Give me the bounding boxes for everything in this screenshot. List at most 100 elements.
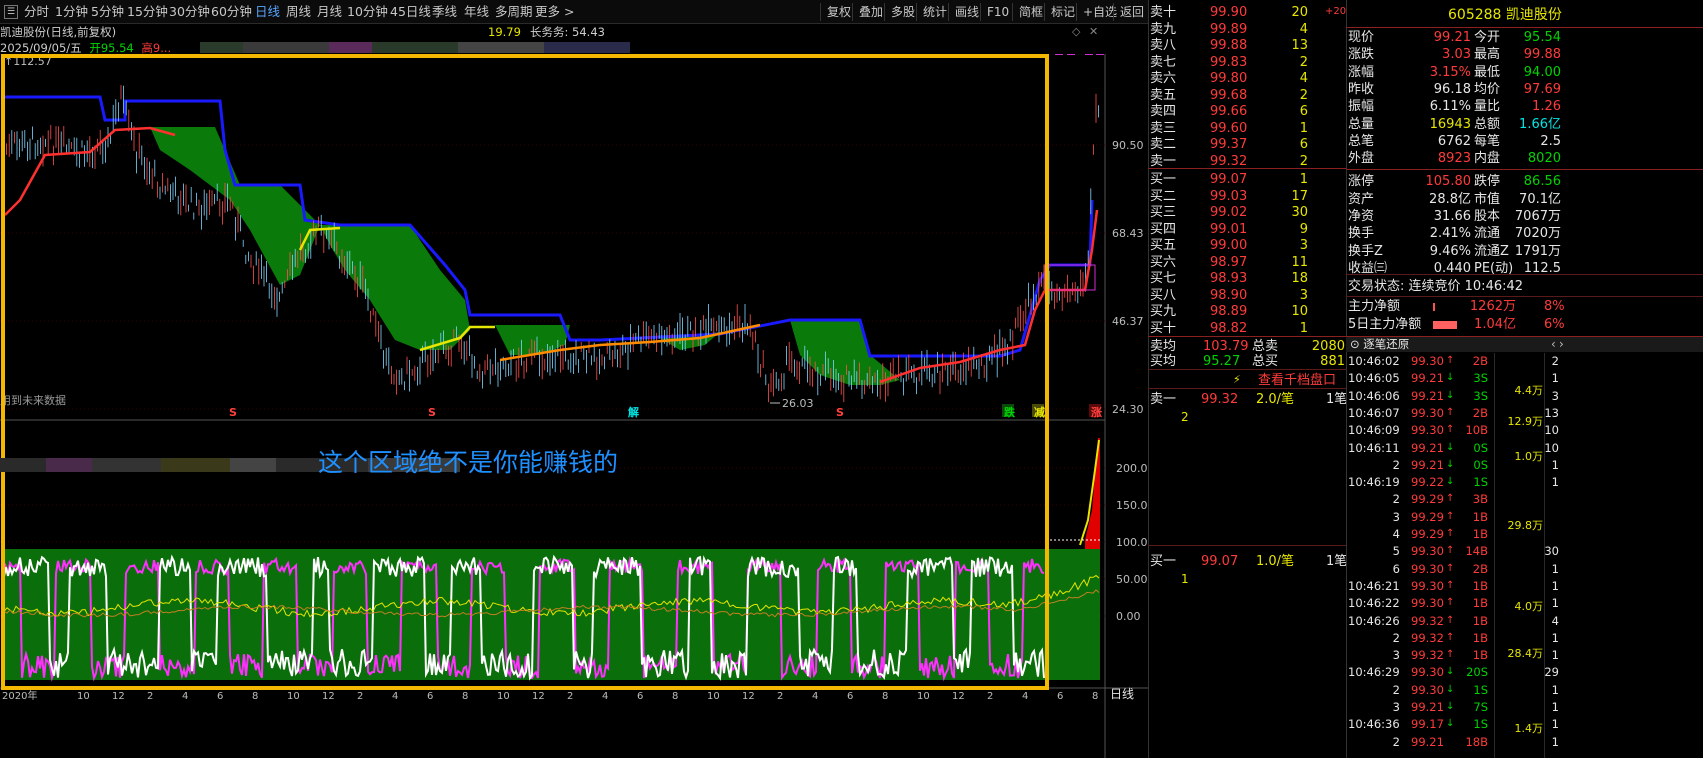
tick-volume: 2B (1472, 561, 1488, 576)
info-right-2: 长务务: 54.43 (530, 25, 605, 39)
sell-volume: 2 (1299, 153, 1308, 169)
toolbar-button-0[interactable]: 复权 (820, 3, 851, 21)
buy-label: 买七 (1150, 271, 1177, 286)
period-tab-3[interactable]: 15分钟 (127, 0, 168, 24)
tick-sum: 28.4万 (1507, 647, 1544, 660)
period-tab-14[interactable]: 更多 > (535, 0, 574, 24)
period-tab-11[interactable]: 季线 (432, 0, 457, 24)
tick-volume: 20S (1466, 665, 1488, 680)
tick-price: 99.29 (1411, 509, 1444, 524)
tick-sum: 4.4万 (1514, 384, 1544, 397)
toolbar-button-5[interactable]: F10 (980, 3, 1009, 21)
quote-label: 现价 (1348, 30, 1375, 45)
main-net-label: 主力净额 (1348, 299, 1401, 314)
x-tick-label: 2 (777, 691, 783, 702)
app-window: { "toolbar":{ "menu_icon":"menu-icon", "… (0, 0, 1703, 758)
period-tab-2[interactable]: 5分钟 (91, 0, 124, 24)
tick-time: 6 (1392, 561, 1400, 576)
tick-volume: 1B (1472, 578, 1488, 593)
buy-label: 买九 (1150, 304, 1177, 319)
x-tick-label: 8 (462, 691, 468, 702)
buy-label: 买四 (1150, 221, 1177, 237)
quote-value: 3.15% (1429, 64, 1471, 80)
diamond-icon[interactable]: ◇ (1072, 25, 1080, 39)
quote-value: 8020 (1527, 151, 1561, 167)
sell-label: 卖八 (1150, 38, 1177, 53)
sell-label: 卖九 (1150, 21, 1177, 37)
sell-label: 卖七 (1150, 54, 1177, 70)
quote-label: 净资 (1348, 209, 1375, 224)
tick-count: 1 (1551, 630, 1559, 645)
tick-arrow-up-icon: ↑ (1446, 597, 1455, 609)
period-tab-13[interactable]: 多周期 (495, 0, 533, 24)
quote-label: 涨停 (1348, 174, 1375, 190)
close-icon[interactable]: ✕ (1089, 25, 1098, 39)
toolbar-button-2[interactable]: 多股 (884, 3, 915, 21)
tick-arrow-up-icon: ↑ (1446, 545, 1455, 557)
toolbar-button-9[interactable]: 返回 (1113, 3, 1144, 21)
toolbar-button-1[interactable]: 叠加 (852, 3, 883, 21)
quote-value: 7067万 (1514, 209, 1561, 224)
queue-sell-count: 1笔 (1326, 392, 1348, 407)
quote-value: 8923 (1437, 151, 1471, 167)
tick-time: 10:46:36 (1348, 717, 1400, 732)
tick-sum: 12.9万 (1507, 415, 1544, 428)
signal-marker: 减 (1032, 404, 1045, 419)
buy-label: 买五 (1150, 238, 1177, 253)
tick-time: 5 (1392, 544, 1400, 559)
future-data-note: 用到未来数据 (0, 393, 66, 407)
sell-volume: 4 (1299, 71, 1308, 86)
sub-y-tick-label: 150.0 (1116, 499, 1148, 512)
tick-price: 99.21 (1411, 700, 1444, 714)
period-tab-8[interactable]: 月线 (317, 0, 342, 24)
chart-info-line: 凯迪股份(日线,前复权) 19.79 长务务: 54.43 ◇ ✕ (0, 25, 1200, 39)
sell-label: 卖六 (1150, 71, 1177, 86)
queue-buy-price: 99.07 (1201, 554, 1239, 569)
period-tab-7[interactable]: 周线 (286, 0, 311, 24)
tick-time: 3 (1392, 700, 1400, 714)
toolbar-button-6[interactable]: 简框 (1012, 3, 1043, 21)
period-tab-6[interactable]: 日线 (255, 0, 280, 24)
x-period-label: 日线 (1110, 687, 1134, 701)
x-tick-label: 12 (952, 691, 965, 702)
kline-chart[interactable]: 90.50 68.43 46.37 24.30 200.0 150.0 100.0 50.00… (0, 54, 1150, 758)
divider (1148, 336, 1348, 337)
buy-price: 99.00 (1210, 238, 1248, 253)
toolbar-button-7[interactable]: 标记 (1044, 3, 1075, 21)
tick-count: 1 (1551, 561, 1559, 576)
tick-time: 10:46:07 (1348, 405, 1400, 420)
tick-volume: 1B (1472, 527, 1488, 541)
tick-count: 1 (1551, 717, 1559, 732)
buy-price: 99.07 (1210, 172, 1248, 187)
sell-extra: +20 (1325, 6, 1347, 17)
sell-volume: 1 (1299, 120, 1308, 136)
toolbar-button-3[interactable]: 统计 (916, 3, 947, 21)
total-buy: 881 (1320, 354, 1345, 369)
tick-arrow-down-icon: ↓ (1446, 701, 1455, 712)
tick-sum: 4.0万 (1514, 600, 1544, 613)
toolbar-button-8[interactable]: +自选 (1076, 3, 1117, 21)
period-tab-1[interactable]: 1分钟 (55, 0, 88, 24)
tick-price: 99.32 (1411, 648, 1444, 663)
period-tab-10[interactable]: 45日线 (390, 0, 431, 24)
buy-price: 99.01 (1210, 221, 1248, 237)
main5-value: 1.04亿 (1474, 317, 1516, 332)
menu-icon[interactable]: ☰ (4, 5, 18, 19)
quote-label: 换手Z (1348, 243, 1383, 259)
quote-label: 换手 (1348, 226, 1375, 242)
tick-price: 99.30 (1411, 354, 1444, 368)
period-tab-9[interactable]: 10分钟 (347, 0, 388, 24)
tick-price: 99.30 (1411, 544, 1444, 559)
period-tab-12[interactable]: 年线 (464, 0, 489, 24)
toolbar-button-4[interactable]: 画线 (948, 3, 979, 21)
quote-value: 105.80 (1425, 174, 1472, 190)
signal-marker: 涨 (1089, 404, 1102, 419)
avg-buy-label: 买均 (1150, 354, 1177, 369)
sell-volume: 4 (1299, 21, 1308, 37)
period-tab-5[interactable]: 60分钟 (211, 0, 252, 24)
signal-marker: S (836, 406, 844, 419)
order-depth-link[interactable]: 查看千档盘口 (1258, 372, 1336, 390)
quote-label: 总量 (1348, 116, 1375, 132)
period-tab-0[interactable]: 分时 (24, 0, 49, 24)
period-tab-4[interactable]: 30分钟 (169, 0, 210, 24)
